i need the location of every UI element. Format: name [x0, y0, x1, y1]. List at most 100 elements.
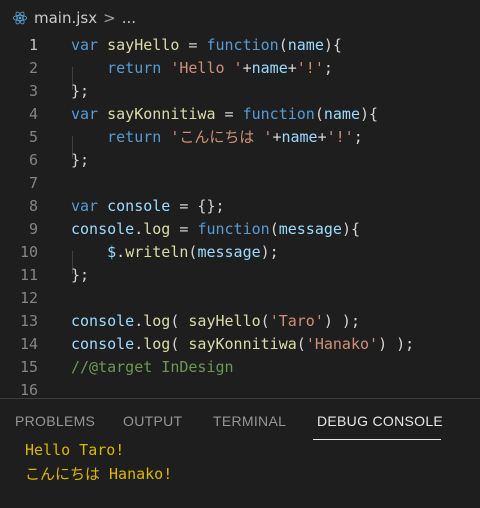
code-text: //@target InDesign: [71, 356, 234, 379]
code-text: console.log( sayHello('Taro') );: [71, 310, 360, 333]
code-token: 'Hanako': [305, 335, 379, 353]
code-token: (: [260, 312, 270, 330]
code-line[interactable]: 8 var console = {};: [0, 195, 480, 218]
code-token: .: [116, 243, 126, 261]
line-number: 5: [28, 128, 38, 146]
line-number: 4: [28, 105, 38, 123]
line-number: 13: [19, 312, 38, 330]
code-token: '!': [326, 128, 354, 146]
code-text: var console = {};: [71, 195, 225, 218]
code-token: console: [107, 197, 171, 215]
line-number: 8: [28, 197, 38, 215]
code-token: '!': [296, 59, 324, 77]
code-line[interactable]: 2 return 'Hello '+name+'!';: [0, 57, 480, 80]
tab-output[interactable]: OUTPUT: [123, 413, 182, 429]
code-token: $: [107, 243, 117, 261]
chevron-right-icon: >: [103, 9, 116, 27]
active-tab-indicator: [313, 439, 441, 440]
code-token: (: [296, 335, 306, 353]
code-token: console: [71, 220, 135, 238]
code-line[interactable]: 9 console.log = function(message){: [0, 218, 480, 241]
code-text: console.log = function(message){: [71, 218, 360, 241]
code-token: return: [107, 59, 162, 77]
code-token: name: [323, 105, 360, 123]
code-token: =: [170, 220, 198, 238]
code-token: message: [197, 243, 261, 261]
code-line[interactable]: 4 var sayKonnitiwa = function(name){: [0, 103, 480, 126]
code-token: 'こんにちは ': [170, 128, 273, 146]
code-token: 'Hello ': [170, 59, 243, 77]
code-line[interactable]: 11};: [0, 264, 480, 287]
code-token: .: [134, 312, 144, 330]
bottom-panel: PROBLEMS OUTPUT TERMINAL DEBUG CONSOLE H…: [0, 398, 480, 508]
breadcrumb-more[interactable]: ...: [122, 9, 136, 27]
code-token: sayKonnitiwa: [188, 335, 297, 353]
panel-tabs: PROBLEMS OUTPUT TERMINAL DEBUG CONSOLE: [0, 399, 480, 441]
code-token: name: [251, 59, 288, 77]
code-text: };: [71, 80, 89, 103]
code-line[interactable]: 1 var sayHello = function(name){: [0, 34, 480, 57]
code-token: (: [314, 105, 324, 123]
breadcrumb-filename[interactable]: main.jsx: [34, 9, 97, 27]
code-line[interactable]: 16: [0, 379, 480, 395]
code-token: console: [71, 335, 135, 353]
code-token: (: [170, 312, 189, 330]
code-text: return 'こんにちは '+name+'!';: [71, 126, 363, 149]
line-number: 10: [19, 243, 38, 261]
code-text: $.writeln(message);: [71, 241, 279, 264]
code-token: log: [143, 312, 171, 330]
code-token: (: [269, 220, 279, 238]
code-line[interactable]: 10 $.writeln(message);: [0, 241, 480, 264]
code-token: ;: [353, 128, 363, 146]
code-editor[interactable]: 1 var sayHello = function(name){2 return …: [0, 32, 480, 395]
console-output-line: こんにちは Hanako!: [25, 465, 173, 483]
code-token: writeln: [125, 243, 189, 261]
line-number: 3: [28, 82, 38, 100]
code-text: var sayHello = function(name){: [71, 34, 342, 57]
code-line[interactable]: 14 console.log( sayKonnitiwa('Hanako') );: [0, 333, 480, 356]
code-line[interactable]: 12: [0, 287, 480, 310]
code-line[interactable]: 3};: [0, 80, 480, 103]
code-token: ) );: [378, 335, 415, 353]
code-line[interactable]: 13 console.log( sayHello('Taro') );: [0, 310, 480, 333]
code-token: = {};: [170, 197, 225, 215]
code-token: return: [107, 128, 162, 146]
line-number: 14: [19, 335, 38, 353]
code-line[interactable]: 5 return 'こんにちは '+name+'!';: [0, 126, 480, 149]
code-token: sayHello: [107, 36, 180, 54]
code-text: };: [71, 149, 89, 172]
line-number: 6: [28, 151, 38, 169]
code-line[interactable]: 15 //@target InDesign: [0, 356, 480, 379]
code-token: (: [278, 36, 288, 54]
code-token: //@target InDesign: [71, 358, 234, 376]
line-number: 11: [19, 266, 38, 284]
code-token: 'Taro': [269, 312, 324, 330]
code-line[interactable]: 7: [0, 172, 480, 195]
react-icon[interactable]: [12, 10, 28, 26]
code-token: .: [134, 220, 144, 238]
code-token: var: [71, 36, 99, 54]
code-token: console: [71, 312, 135, 330]
breadcrumb: main.jsx > ...: [0, 0, 480, 36]
tab-debug-console[interactable]: DEBUG CONSOLE: [317, 413, 443, 429]
line-number: 15: [19, 358, 38, 376]
code-token: sayHello: [188, 312, 261, 330]
code-token: log: [143, 335, 171, 353]
line-number: 9: [28, 220, 38, 238]
code-token: ){: [341, 220, 360, 238]
code-token: name: [287, 36, 324, 54]
line-number: 7: [28, 174, 38, 192]
code-token: sayKonnitiwa: [107, 105, 216, 123]
code-line[interactable]: 6};: [0, 149, 480, 172]
tab-problems[interactable]: PROBLEMS: [15, 413, 95, 429]
code-token: ) );: [323, 312, 360, 330]
code-token: var: [71, 197, 99, 215]
tab-terminal[interactable]: TERMINAL: [213, 413, 286, 429]
code-token: =: [179, 36, 207, 54]
code-token: log: [143, 220, 171, 238]
code-text: };: [71, 264, 89, 287]
code-token: ){: [323, 36, 342, 54]
